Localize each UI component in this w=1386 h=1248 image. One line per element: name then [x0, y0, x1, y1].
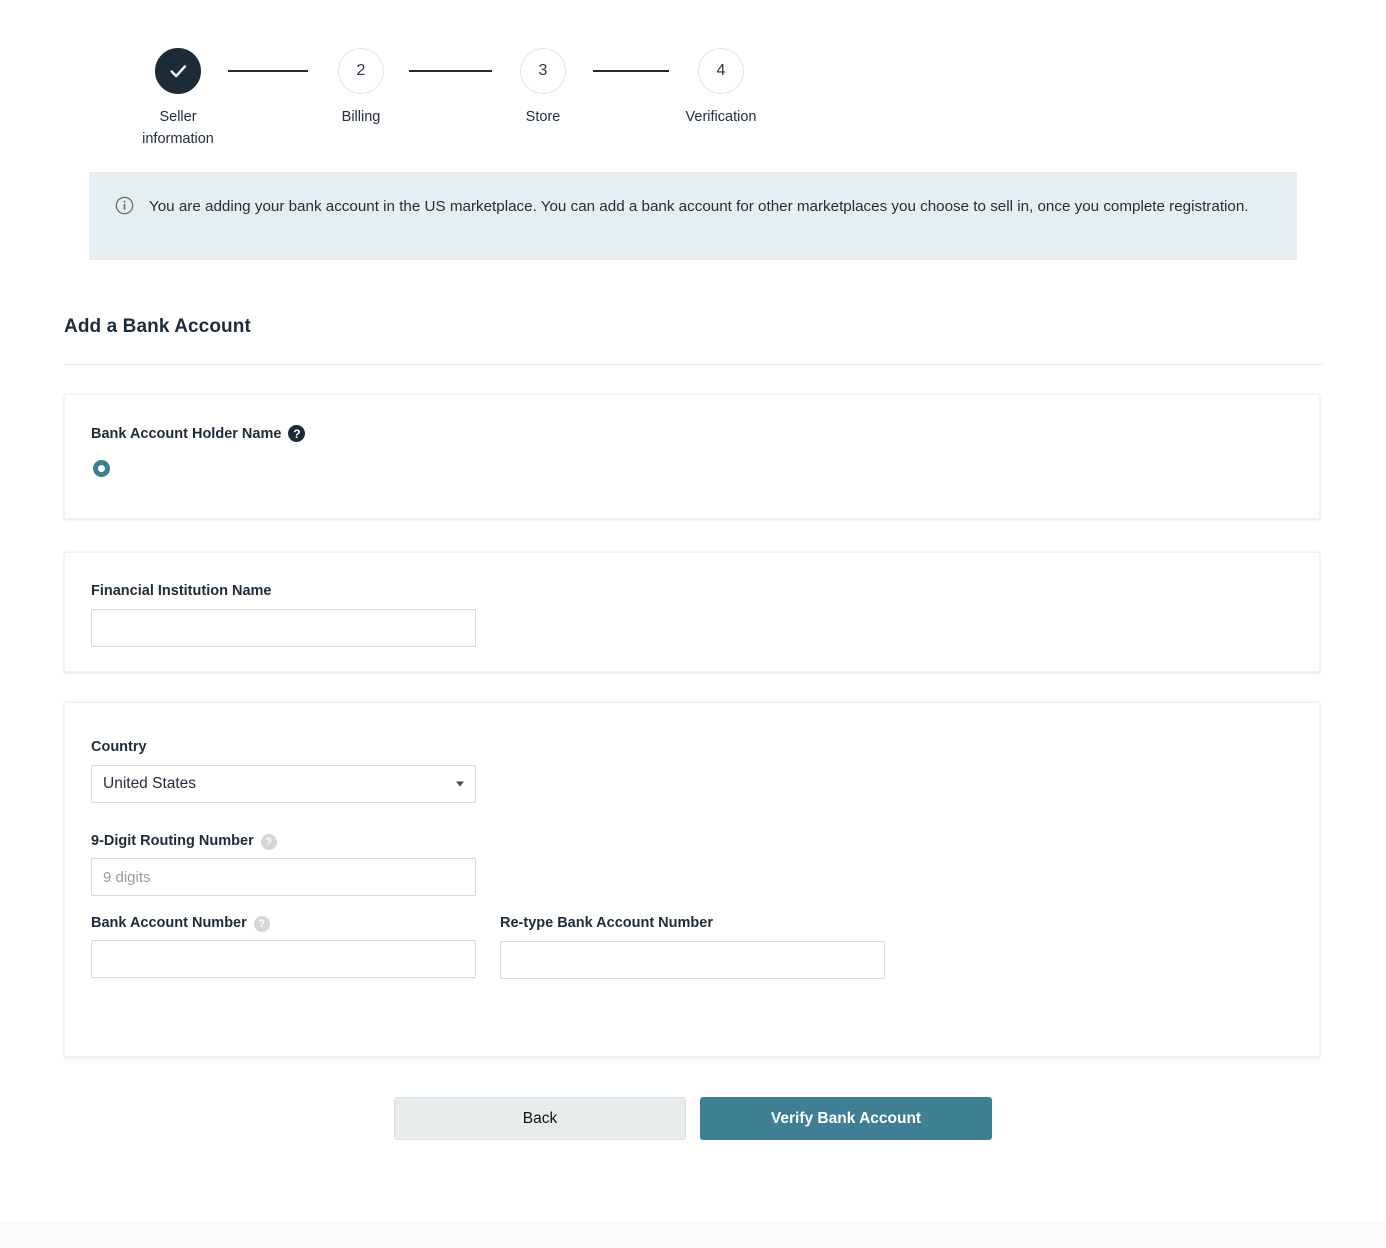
- question-mark-circle-dark-icon[interactable]: ?: [288, 425, 306, 442]
- holder-name-label-text: Bank Account Holder Name: [91, 425, 282, 442]
- routing-number-label: 9-Digit Routing Number ?: [91, 833, 1293, 850]
- step-billing[interactable]: 2 Billing: [335, 48, 387, 128]
- step-2-marker: 2: [338, 48, 384, 94]
- country-select-wrapper[interactable]: United States: [91, 765, 476, 803]
- registration-stepper: Seller information 2 Billing 3 Store 4 V…: [0, 0, 1386, 172]
- step-verification[interactable]: 4 Verification: [686, 48, 756, 128]
- bank-account-holder-radio[interactable]: [93, 460, 110, 477]
- page-title: Add a Bank Account: [64, 316, 251, 337]
- step-3-label: Store: [525, 109, 561, 125]
- financial-institution-card: Financial Institution Name: [64, 552, 1320, 672]
- retype-bank-account-number-label: Re-type Bank Account Number: [500, 915, 885, 931]
- country-selected-value: United States: [103, 775, 197, 792]
- routing-number-input[interactable]: [91, 858, 476, 896]
- verify-bank-account-button[interactable]: Verify Bank Account: [700, 1097, 992, 1140]
- step-4-marker: 4: [698, 48, 744, 94]
- bank-account-number-label-text: Bank Account Number: [91, 915, 247, 931]
- form-actions: Back Verify Bank Account: [0, 1097, 1386, 1140]
- page-bottom-strip: [0, 1222, 1386, 1248]
- step-1-marker: [155, 48, 201, 94]
- bank-account-details-card: Country United States 9-Digit Routing Nu…: [64, 702, 1320, 1057]
- step-connector-3: [593, 48, 669, 94]
- step-connector-1: [228, 48, 308, 94]
- question-mark-circle-grey-icon[interactable]: ?: [253, 916, 270, 932]
- retype-bank-account-number-input[interactable]: [500, 941, 885, 979]
- financial-institution-name-input[interactable]: [91, 609, 476, 647]
- bank-account-holder-card: Bank Account Holder Name ?: [64, 394, 1320, 519]
- bank-account-number-label: Bank Account Number ?: [91, 915, 476, 932]
- routing-number-label-text: 9-Digit Routing Number: [91, 833, 254, 849]
- banner-text: You are adding your bank account in the …: [149, 198, 1249, 215]
- step-1-label: Seller information: [142, 109, 214, 147]
- retype-label-text: Re-type Bank Account Number: [500, 915, 713, 931]
- check-icon: [170, 65, 187, 78]
- step-2-label: Billing: [341, 109, 381, 125]
- marketplace-info-banner: You are adding your bank account in the …: [89, 172, 1297, 260]
- financial-institution-label-text: Financial Institution Name: [91, 583, 272, 599]
- step-seller-information[interactable]: Seller information: [142, 48, 214, 150]
- step-store[interactable]: 3 Store: [517, 48, 569, 128]
- step-4-label: Verification: [685, 109, 757, 125]
- retype-account-number-column: Re-type Bank Account Number: [500, 915, 885, 979]
- country-select[interactable]: United States: [91, 765, 476, 803]
- country-label: Country: [91, 739, 1293, 755]
- info-circle-icon: [115, 196, 134, 220]
- account-number-column: Bank Account Number ?: [91, 915, 476, 979]
- financial-institution-name-label: Financial Institution Name: [91, 583, 1293, 599]
- chevron-down-icon: [456, 781, 464, 787]
- back-button[interactable]: Back: [394, 1097, 686, 1140]
- step-connector-2: [409, 48, 492, 94]
- question-mark-circle-grey-icon[interactable]: ?: [260, 834, 277, 850]
- step-3-marker: 3: [520, 48, 566, 94]
- page-heading-block: Add a Bank Account: [64, 316, 1322, 365]
- country-label-text: Country: [91, 739, 147, 755]
- title-divider: [64, 364, 1322, 365]
- bank-account-number-input[interactable]: [91, 940, 476, 978]
- bank-account-holder-name-label: Bank Account Holder Name ?: [91, 425, 1293, 442]
- account-number-row: Bank Account Number ? Re-type Bank Accou…: [91, 915, 1293, 979]
